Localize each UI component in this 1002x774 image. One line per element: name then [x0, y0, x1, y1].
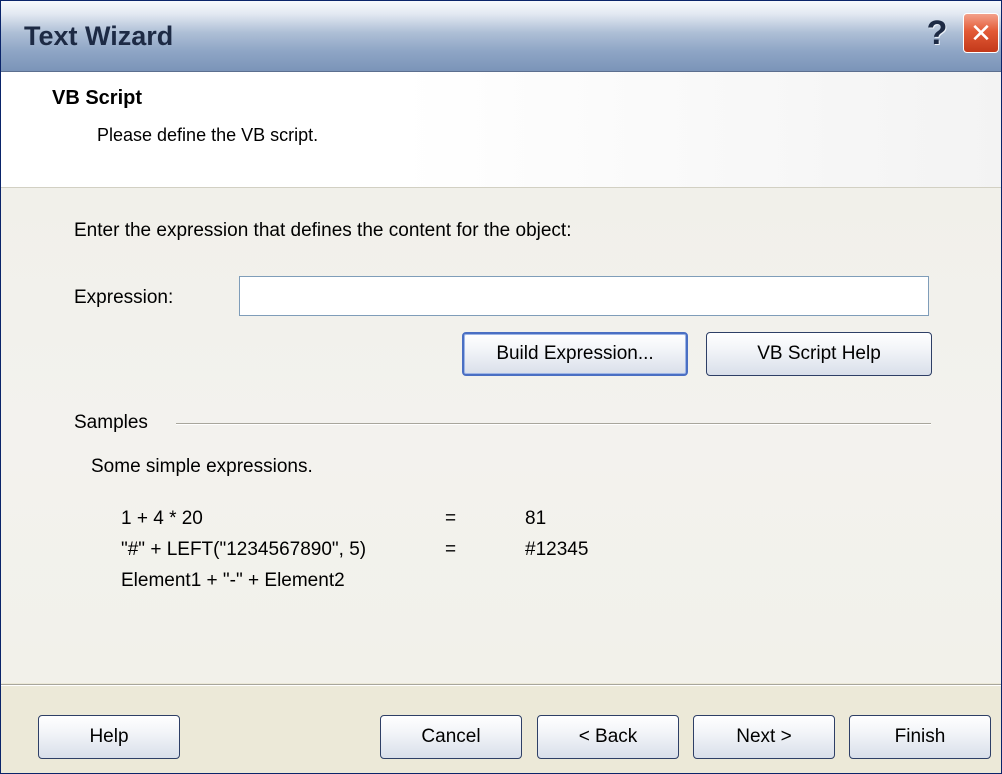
back-button[interactable]: < Back [537, 715, 679, 759]
window-title: Text Wizard [24, 21, 174, 51]
expression-prompt: Enter the expression that defines the co… [74, 220, 572, 241]
vb-script-help-button[interactable]: VB Script Help [706, 332, 932, 376]
sample-row: 1 + 4 * 20 = 81 [1, 508, 1001, 536]
title-bar[interactable]: Text Wizard ? ✕ [1, 1, 1001, 72]
text-wizard-window: Text Wizard ? ✕ VB Script Please define … [0, 0, 1002, 774]
sample-row: "#" + LEFT("1234567890", 5) = #12345 [1, 539, 1001, 567]
expression-input[interactable] [239, 276, 929, 316]
sample-equals: = [445, 539, 457, 560]
page-title: VB Script [52, 87, 143, 109]
next-button[interactable]: Next > [693, 715, 835, 759]
help-icon[interactable]: ? [919, 11, 955, 55]
sample-result: 81 [525, 508, 547, 529]
page-subtitle: Please define the VB script. [97, 125, 319, 145]
expression-label: Expression: [74, 287, 174, 308]
build-expression-button[interactable]: Build Expression... [462, 332, 688, 376]
sample-expression: "#" + LEFT("1234567890", 5) [121, 539, 367, 560]
sample-equals: = [445, 508, 457, 529]
finish-button[interactable]: Finish [849, 715, 991, 759]
footer-divider [1, 684, 1001, 686]
wizard-body [1, 188, 1001, 683]
close-icon[interactable]: ✕ [963, 13, 999, 53]
help-button[interactable]: Help [38, 715, 180, 759]
cancel-button[interactable]: Cancel [380, 715, 522, 759]
sample-row: Element1 + "-" + Element2 [1, 570, 1001, 598]
sample-result: #12345 [525, 539, 589, 560]
sample-expression: 1 + 4 * 20 [121, 508, 203, 529]
samples-group-label: Samples [74, 412, 148, 433]
samples-divider [176, 423, 931, 425]
samples-intro: Some simple expressions. [91, 456, 313, 477]
sample-expression: Element1 + "-" + Element2 [121, 570, 345, 591]
